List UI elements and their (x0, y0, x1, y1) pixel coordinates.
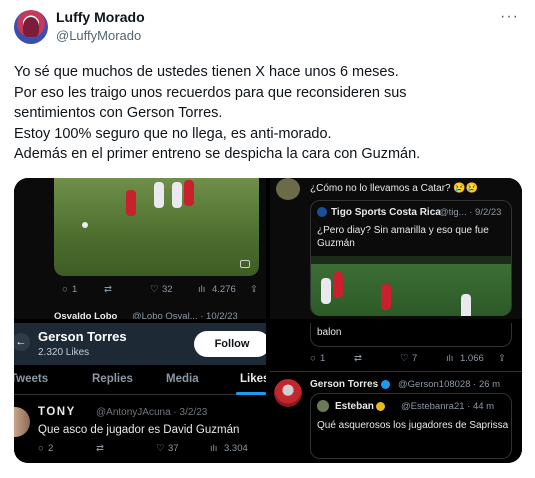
quoted-text-2: Guzmán (317, 238, 355, 249)
reply-count: 1 (72, 284, 78, 295)
quoted-tweet-end: balon (310, 323, 512, 347)
reply-count: 1 (320, 353, 326, 364)
media-image-1[interactable]: ○ 1 ⇄ ♡ 32 ılı 4.276 ⇪ Osvaldo Lobo @Lob… (14, 178, 266, 319)
tweet-meta: @Gerson108028 · 26 m (398, 379, 501, 390)
quoted-tweet[interactable]: Esteban @Estebanra21 · 44 m Qué asqueros… (310, 393, 512, 459)
tab-active-indicator (236, 392, 266, 395)
follow-button[interactable]: Follow (194, 331, 266, 357)
tweet-text: Yo sé que muchos de ustedes tienen X hac… (14, 62, 524, 165)
tweet-author[interactable]: TONY (38, 406, 76, 418)
reply-text: ¿Cómo no lo llevamos a Catar? 😢😢 (310, 183, 479, 194)
quoted-meta: @Estebanra21 · 44 m (401, 401, 495, 412)
share-icon[interactable]: ⇪ (498, 353, 506, 364)
like-icon[interactable]: ♡ (156, 443, 165, 454)
author-avatar[interactable] (14, 10, 48, 44)
reply-icon[interactable]: ○ (62, 284, 68, 295)
quoted-text: Qué asquerosos los jugadores de Saprissa (317, 420, 509, 431)
soccer-field-image (54, 178, 259, 276)
profile-likes: 2.320 Likes (38, 347, 90, 358)
views-icon[interactable]: ılı (446, 353, 453, 364)
quoted-tweet[interactable]: Tigo Sports Costa Rica @tig... · 9/2/23 … (310, 200, 512, 316)
profile-name: Gerson Torres (38, 329, 127, 344)
like-count: 32 (162, 284, 173, 295)
retweet-icon[interactable]: ⇄ (354, 353, 362, 364)
tweet-line: sentimientos con Gerson Torres. (14, 105, 223, 121)
top-text: balon (317, 327, 342, 338)
media-image-2[interactable]: ¿Cómo no lo llevamos a Catar? 😢😢 Tigo Sp… (270, 178, 522, 319)
quoted-author[interactable]: Esteban (335, 401, 385, 412)
media-grid[interactable]: ○ 1 ⇄ ♡ 32 ılı 4.276 ⇪ Osvaldo Lobo @Lob… (14, 178, 522, 463)
quoted-video[interactable] (311, 256, 511, 316)
author-name[interactable]: Luffy Morado (56, 9, 145, 25)
gerson-avatar[interactable] (274, 379, 302, 407)
tab-media[interactable]: Media (166, 373, 199, 385)
author-handle[interactable]: @LuffyMorado (56, 28, 141, 43)
views-count: 4.276 (212, 284, 236, 295)
views-icon[interactable]: ılı (198, 284, 205, 295)
views-icon[interactable]: ılı (210, 443, 217, 454)
tweet-line: Además en el primer entreno se despicha … (14, 146, 421, 162)
back-arrow-icon[interactable]: ← (14, 333, 30, 351)
retweet-icon[interactable]: ⇄ (96, 443, 104, 454)
tab-likes[interactable]: Likes (240, 373, 266, 385)
tweet-author[interactable]: Gerson Torres (310, 379, 391, 390)
tweet-line: Estoy 100% seguro que no llega, es anti-… (14, 125, 332, 142)
quoted-text-1: ¿Pero diay? Sin amarilla y eso que fue (317, 225, 489, 236)
tab-replies[interactable]: Replies (92, 373, 133, 385)
next-tweet-author[interactable]: Osvaldo Lobo (54, 311, 117, 319)
like-icon[interactable]: ♡ (400, 353, 409, 364)
quoted-avatar (317, 400, 329, 412)
reply-icon[interactable]: ○ (38, 443, 44, 454)
media-image-3[interactable]: ← Gerson Torres 2.320 Likes Follow Tweet… (14, 323, 266, 463)
tweet-line: Yo sé que muchos de ustedes tienen X hac… (14, 64, 399, 80)
profile-header: ← Gerson Torres 2.320 Likes Follow (14, 323, 266, 365)
media-image-4[interactable]: balon ○ 1 ⇄ ♡ 7 ılı 1.066 ⇪ Gerson Torre… (270, 323, 522, 463)
tweet-body: Que asco de jugador es David Guzmán (38, 424, 240, 436)
share-icon[interactable]: ⇪ (250, 284, 258, 295)
tab-tweets[interactable]: Tweets (14, 373, 48, 385)
user-avatar[interactable] (276, 178, 300, 200)
quoted-author[interactable]: Tigo Sports Costa Rica (331, 207, 441, 218)
more-options-icon[interactable]: ··· (500, 8, 519, 26)
like-count: 7 (412, 353, 418, 364)
tweet-meta: @AntonyJAcuna · 3/2/23 (96, 407, 208, 418)
like-count: 37 (168, 443, 179, 454)
tab-divider (14, 394, 266, 395)
tweet-avatar[interactable] (14, 407, 30, 437)
quoted-avatar (317, 207, 327, 217)
views-count: 3.304 (224, 443, 248, 454)
views-count: 1.066 (460, 353, 484, 364)
like-icon[interactable]: ♡ (150, 284, 159, 295)
retweet-icon[interactable]: ⇄ (104, 284, 112, 295)
reply-icon[interactable]: ○ (310, 353, 316, 364)
divider (270, 371, 522, 372)
quoted-meta: @tig... · 9/2/23 (439, 207, 502, 218)
next-tweet-meta: @Lobo Osval... · 10/2/23 (132, 311, 238, 319)
reply-count: 2 (48, 443, 54, 454)
tweet-post: Luffy Morado @LuffyMorado ··· Yo sé que … (0, 0, 535, 478)
tweet-line: Por eso les traigo unos recuerdos para q… (14, 84, 407, 101)
